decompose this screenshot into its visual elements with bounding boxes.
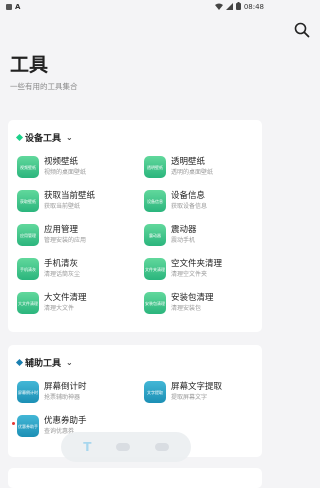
tool-video-wallpaper[interactable]: 视频壁纸 视频壁纸 视频的桌面壁纸	[17, 156, 137, 178]
phone-dust-icon: 手机清灰	[17, 258, 39, 280]
system-icons: 08:48	[214, 2, 264, 12]
tool-desc: 清理空文件夹	[171, 271, 208, 278]
bottom-navigation: T	[61, 432, 191, 462]
tool-name: 震动器	[171, 225, 197, 235]
transparent-wallpaper-icon: 透明壁纸	[144, 156, 166, 178]
tool-text-extract[interactable]: 文字提取 屏幕文字提取 提取屏幕文字	[144, 381, 264, 403]
tool-name: 获取当前壁纸	[44, 191, 96, 201]
tool-desc: 视频的桌面壁纸	[44, 169, 87, 176]
tool-vibrator[interactable]: 震动器 震动器 震动手机	[144, 224, 264, 246]
wifi-icon	[214, 3, 223, 12]
apk-clean-icon: 安装包清理	[144, 292, 166, 314]
tool-desc: 抢票辅助神器	[44, 394, 81, 401]
tab-tools[interactable]: T	[83, 440, 91, 454]
coupon-helper-icon: 优惠券助手	[17, 415, 39, 437]
video-wallpaper-icon: 视频壁纸	[17, 156, 39, 178]
get-wallpaper-icon: 获取壁纸	[17, 190, 39, 212]
tool-name: 优惠券助手	[44, 416, 87, 426]
tool-name: 应用管理	[44, 225, 79, 235]
status-bar: A 08:48	[0, 0, 270, 14]
tool-name: 大文件清理	[44, 293, 87, 303]
tool-desc: 管理安装的应用	[44, 237, 87, 244]
chevron-down-icon: ⌄	[66, 358, 73, 367]
signal-icon	[225, 2, 233, 12]
page-subtitle: 一些有用的工具集合	[10, 82, 78, 91]
tool-desc: 震动手机	[171, 237, 196, 244]
tool-large-file[interactable]: 大文件清理 大文件清理 清理大文件	[17, 292, 137, 314]
tool-name: 空文件夹清理	[171, 259, 223, 269]
tool-empty-folder[interactable]: 文件夹清理 空文件夹清理 清理空文件夹	[144, 258, 264, 280]
chevron-down-icon: ⌄	[66, 133, 73, 142]
tool-desc: 透明的桌面壁纸	[171, 169, 214, 176]
vibrator-icon: 震动器	[144, 224, 166, 246]
device-tools-card: 设备工具 ⌄ 视频壁纸 视频壁纸 视频的桌面壁纸 透明壁纸 透明壁纸 透明的桌面壁纸…	[8, 120, 262, 332]
tool-name: 透明壁纸	[171, 157, 206, 167]
large-file-icon: 大文件清理	[17, 292, 39, 314]
battery-icon	[235, 2, 241, 12]
tab-placeholder-1[interactable]	[116, 443, 131, 451]
page-title: 工具	[10, 54, 49, 76]
tool-app-manager[interactable]: 应用管理 应用管理 管理安装的应用	[17, 224, 137, 246]
search-button[interactable]	[294, 22, 310, 38]
tool-name: 手机清灰	[44, 259, 79, 269]
next-card	[8, 468, 262, 488]
section-title: 设备工具	[25, 134, 62, 144]
tool-name: 设备信息	[171, 191, 206, 201]
tool-name: 视频壁纸	[44, 157, 79, 167]
tool-get-wallpaper[interactable]: 获取壁纸 获取当前壁纸 获取当前壁纸	[17, 190, 137, 212]
notification-icons: A	[6, 3, 20, 11]
tool-desc: 提取屏幕文字	[171, 394, 208, 401]
tool-name: 屏幕倒计时	[44, 382, 87, 392]
tool-screen-countdown[interactable]: 屏幕倒计时 屏幕倒计时 抢票辅助神器	[17, 381, 137, 403]
clock: 08:48	[243, 3, 264, 11]
new-badge-dot	[12, 422, 15, 425]
tool-desc: 清理安装包	[171, 305, 202, 312]
text-extract-icon: 文字提取	[144, 381, 166, 403]
tool-name: 屏幕文字提取	[171, 382, 223, 392]
section-marker-icon	[15, 133, 24, 142]
section-marker-icon	[15, 358, 24, 367]
section-title: 辅助工具	[25, 359, 62, 369]
notification-icon	[6, 4, 12, 10]
device-info-icon: 设备信息	[144, 190, 166, 212]
assist-tools-header[interactable]: 辅助工具 ⌄	[15, 356, 73, 369]
tool-transparent-wallpaper[interactable]: 透明壁纸 透明壁纸 透明的桌面壁纸	[144, 156, 264, 178]
tool-desc: 获取当前壁纸	[44, 203, 81, 210]
empty-folder-icon: 文件夹清理	[144, 258, 166, 280]
tool-desc: 获取设备信息	[171, 203, 208, 210]
a-notification-icon: A	[15, 3, 21, 11]
search-icon	[294, 22, 310, 38]
tool-apk-clean[interactable]: 安装包清理 安装包清理 清理安装包	[144, 292, 264, 314]
tool-name: 安装包清理	[171, 293, 214, 303]
screen-countdown-icon: 屏幕倒计时	[17, 381, 39, 403]
tool-device-info[interactable]: 设备信息 设备信息 获取设备信息	[144, 190, 264, 212]
tool-phone-dust[interactable]: 手机清灰 手机清灰 清理话筒灰尘	[17, 258, 137, 280]
tool-desc: 清理大文件	[44, 305, 75, 312]
app-manager-icon: 应用管理	[17, 224, 39, 246]
device-tools-header[interactable]: 设备工具 ⌄	[15, 131, 73, 144]
tool-desc: 清理话筒灰尘	[44, 271, 81, 278]
tab-placeholder-2[interactable]	[154, 443, 169, 451]
